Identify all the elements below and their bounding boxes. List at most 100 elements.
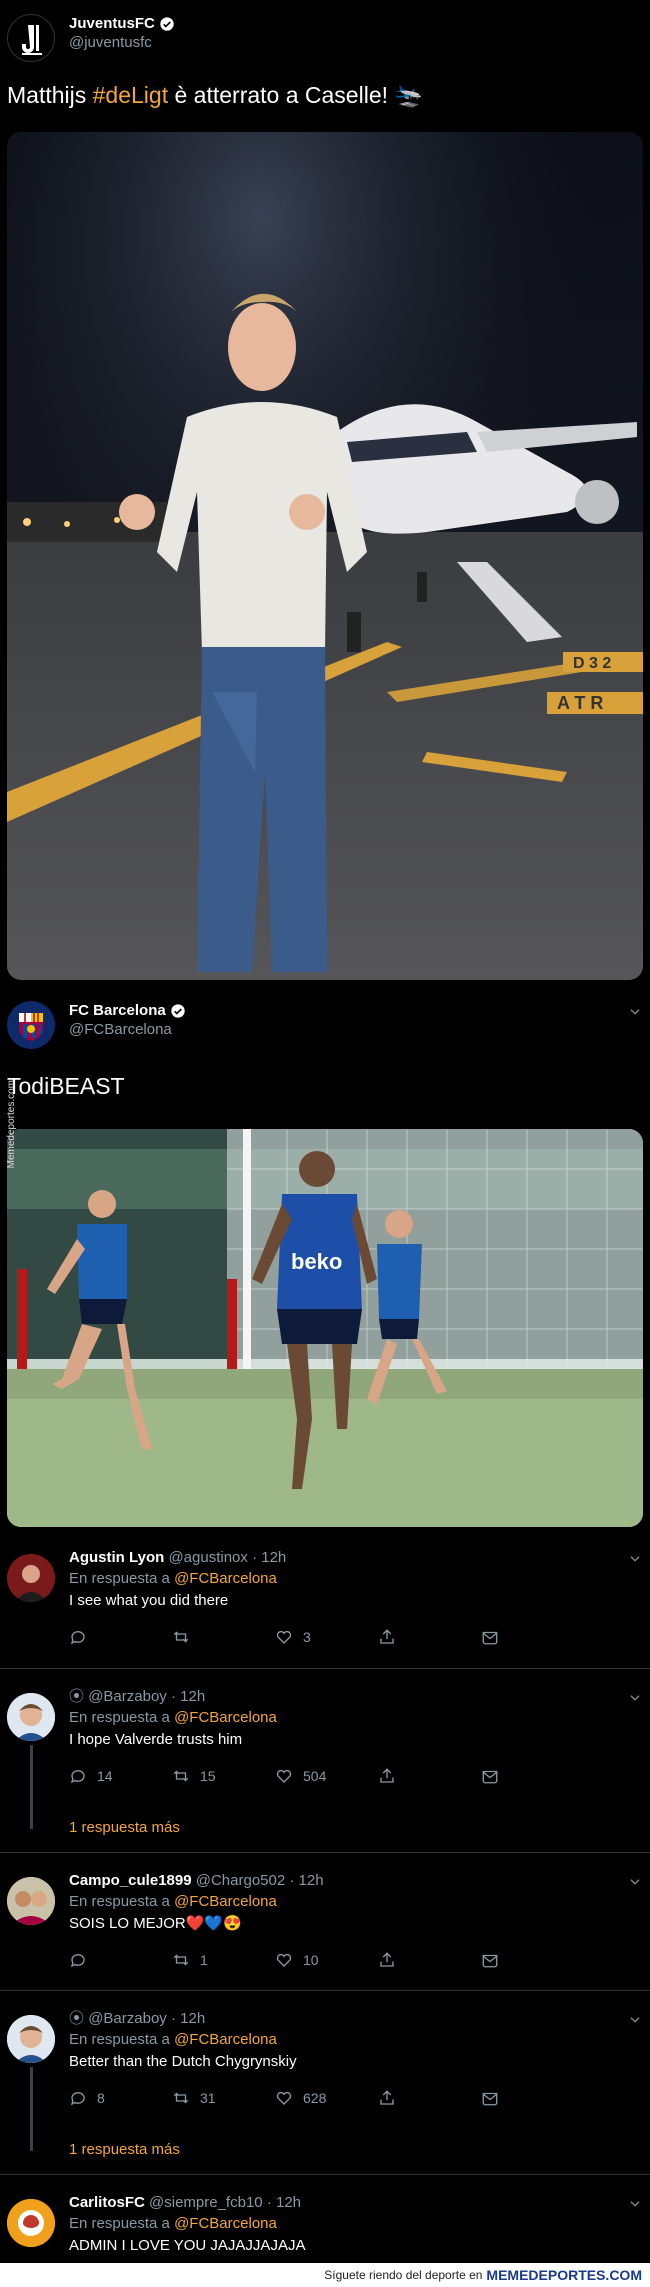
chevron-down-icon[interactable]	[628, 1691, 642, 1705]
reply-button[interactable]	[69, 1951, 172, 1969]
reply-item[interactable]: Agustin Lyon @agustinox · 12h En respues…	[0, 1530, 650, 1668]
reply-button[interactable]: 8	[69, 2089, 172, 2107]
reply-text: ADMIN I LOVE YOU JAJAJJAJAJA	[69, 2237, 306, 2254]
retweet-button[interactable]: 1	[172, 1951, 275, 1969]
retweet-icon	[173, 2092, 189, 2104]
dm-button[interactable]	[481, 1628, 584, 1646]
tweet-author-handle[interactable]: @FCBarcelona	[69, 1021, 186, 1039]
avatar[interactable]	[7, 1554, 55, 1602]
comment-icon	[70, 1631, 85, 1645]
reply-to-label: En respuesta a	[69, 1570, 170, 1587]
like-button[interactable]: 504	[275, 1767, 378, 1785]
reply-button[interactable]: 14	[69, 1767, 172, 1785]
dm-button[interactable]	[481, 2089, 584, 2107]
verified-badge-icon	[171, 1004, 185, 1018]
envelope-icon	[482, 1631, 498, 1645]
like-count: 10	[303, 1952, 319, 1968]
footer-brand[interactable]: MEMEDEPORTES.COM	[486, 2267, 642, 2283]
chevron-down-icon[interactable]	[628, 2197, 642, 2211]
reply-item[interactable]: Campo_cule1899 @Chargo502 · 12h En respu…	[0, 1852, 650, 1990]
reply-count: 8	[97, 2090, 105, 2106]
reply-item[interactable]: ⦿ @Barzaboy · 12h En respuesta a @FCBarc…	[0, 1668, 650, 1852]
svg-text:beko: beko	[291, 1249, 342, 1274]
share-icon	[380, 1768, 394, 1783]
tweet-author-handle[interactable]: @juventusfc	[69, 34, 175, 52]
comment-icon	[70, 1770, 85, 1784]
reply-to-mention[interactable]: @FCBarcelona	[174, 2215, 277, 2232]
juventus-avatar[interactable]	[7, 14, 55, 62]
reply-author-handle[interactable]: @siempre_fcb10	[149, 2194, 263, 2211]
avatar[interactable]	[7, 1877, 55, 1925]
fcb-crest-icon	[7, 1001, 55, 1049]
retweet-button[interactable]: 31	[172, 2089, 275, 2107]
tweet-photo[interactable]: A T R D 3 2	[7, 132, 643, 980]
reply-item[interactable]: ⦿ @Barzaboy · 12h En respuesta a @FCBarc…	[0, 1990, 650, 2174]
share-button[interactable]	[378, 1951, 481, 1969]
reply-text: SOIS LO MEJOR❤️💙😍	[69, 1915, 242, 1932]
envelope-icon	[482, 2092, 498, 2106]
share-icon	[380, 2090, 394, 2105]
reply-time[interactable]: · 12h	[171, 2010, 205, 2027]
share-button[interactable]	[378, 2089, 481, 2107]
avatar[interactable]	[7, 1693, 55, 1741]
reply-to-mention[interactable]: @FCBarcelona	[174, 2031, 277, 2048]
barcelona-avatar[interactable]	[7, 1001, 55, 1049]
barca-badge-icon: ⦿	[69, 2010, 85, 2027]
like-button[interactable]: 10	[275, 1951, 378, 1969]
show-more-replies-link[interactable]: 1 respuesta más	[69, 2141, 650, 2158]
share-icon	[380, 1629, 394, 1644]
tweet-juventus[interactable]: JuventusFC @juventusfc Matthijs #deLigt …	[0, 0, 650, 990]
reply-author-handle[interactable]: @agustinox	[168, 1549, 247, 1566]
tweet-photo[interactable]: beko	[7, 1129, 643, 1527]
reply-author-handle[interactable]: @Barzaboy	[88, 2010, 167, 2027]
dm-button[interactable]	[481, 1767, 584, 1785]
reply-to-label: En respuesta a	[69, 1709, 170, 1726]
comment-icon	[70, 2092, 85, 2106]
avatar[interactable]	[7, 2015, 55, 2063]
tweet-text: TodiBEAST	[7, 1073, 125, 1099]
share-button[interactable]	[378, 1628, 481, 1646]
reply-time[interactable]: · 12h	[252, 1549, 286, 1566]
chevron-down-icon[interactable]	[628, 1005, 642, 1019]
show-more-replies-link[interactable]: 1 respuesta más	[69, 1819, 650, 1836]
reply-author-handle[interactable]: @Chargo502	[196, 1872, 285, 1889]
chevron-down-icon[interactable]	[628, 1552, 642, 1566]
hashtag-link[interactable]: #deLigt	[93, 82, 168, 108]
retweet-button[interactable]: 15	[172, 1767, 275, 1785]
like-button[interactable]: 628	[275, 2089, 378, 2107]
reply-author-handle[interactable]: @Barzaboy	[88, 1688, 167, 1705]
reply-to-mention[interactable]: @FCBarcelona	[174, 1570, 277, 1587]
dm-button[interactable]	[481, 1951, 584, 1969]
tweet-barcelona[interactable]: FC Barcelona @FCBarcelona TodiBEAST beko	[0, 990, 650, 1530]
reply-author-name[interactable]: Campo_cule1899	[69, 1872, 192, 1889]
reply-time[interactable]: · 12h	[289, 1872, 323, 1889]
reply-time[interactable]: · 12h	[267, 2194, 301, 2211]
reply-to-mention[interactable]: @FCBarcelona	[174, 1709, 277, 1726]
verified-badge-icon	[160, 17, 174, 31]
reply-text: Better than the Dutch Chygrynskiy	[69, 2053, 297, 2070]
share-button[interactable]	[378, 1767, 481, 1785]
reply-to-label: En respuesta a	[69, 2031, 170, 2048]
like-count: 628	[303, 2090, 327, 2106]
reply-to-mention[interactable]: @FCBarcelona	[174, 1893, 277, 1910]
retweet-count: 1	[200, 1952, 208, 1968]
like-button[interactable]: 3	[275, 1628, 378, 1646]
retweet-button[interactable]	[172, 1628, 275, 1646]
reply-button[interactable]	[69, 1628, 172, 1646]
reply-author-name[interactable]: CarlitosFC	[69, 2194, 145, 2211]
retweet-icon	[173, 1631, 189, 1643]
tweet-author-name[interactable]: FC Barcelona	[69, 1001, 166, 1021]
retweet-icon	[173, 1770, 189, 1782]
tweet-author-name[interactable]: JuventusFC	[69, 14, 155, 34]
barca-badge-icon: ⦿	[69, 1688, 85, 1705]
reply-author-name[interactable]: Agustin Lyon	[69, 1549, 164, 1566]
avatar[interactable]	[7, 2199, 55, 2247]
chevron-down-icon[interactable]	[628, 2013, 642, 2027]
envelope-icon	[482, 1954, 498, 1968]
retweet-count: 31	[200, 2090, 216, 2106]
reply-count: 14	[97, 1768, 113, 1784]
reply-time[interactable]: · 12h	[171, 1688, 205, 1705]
share-icon	[380, 1952, 394, 1967]
chevron-down-icon[interactable]	[628, 1875, 642, 1889]
svg-text:D 3 2: D 3 2	[573, 655, 611, 672]
